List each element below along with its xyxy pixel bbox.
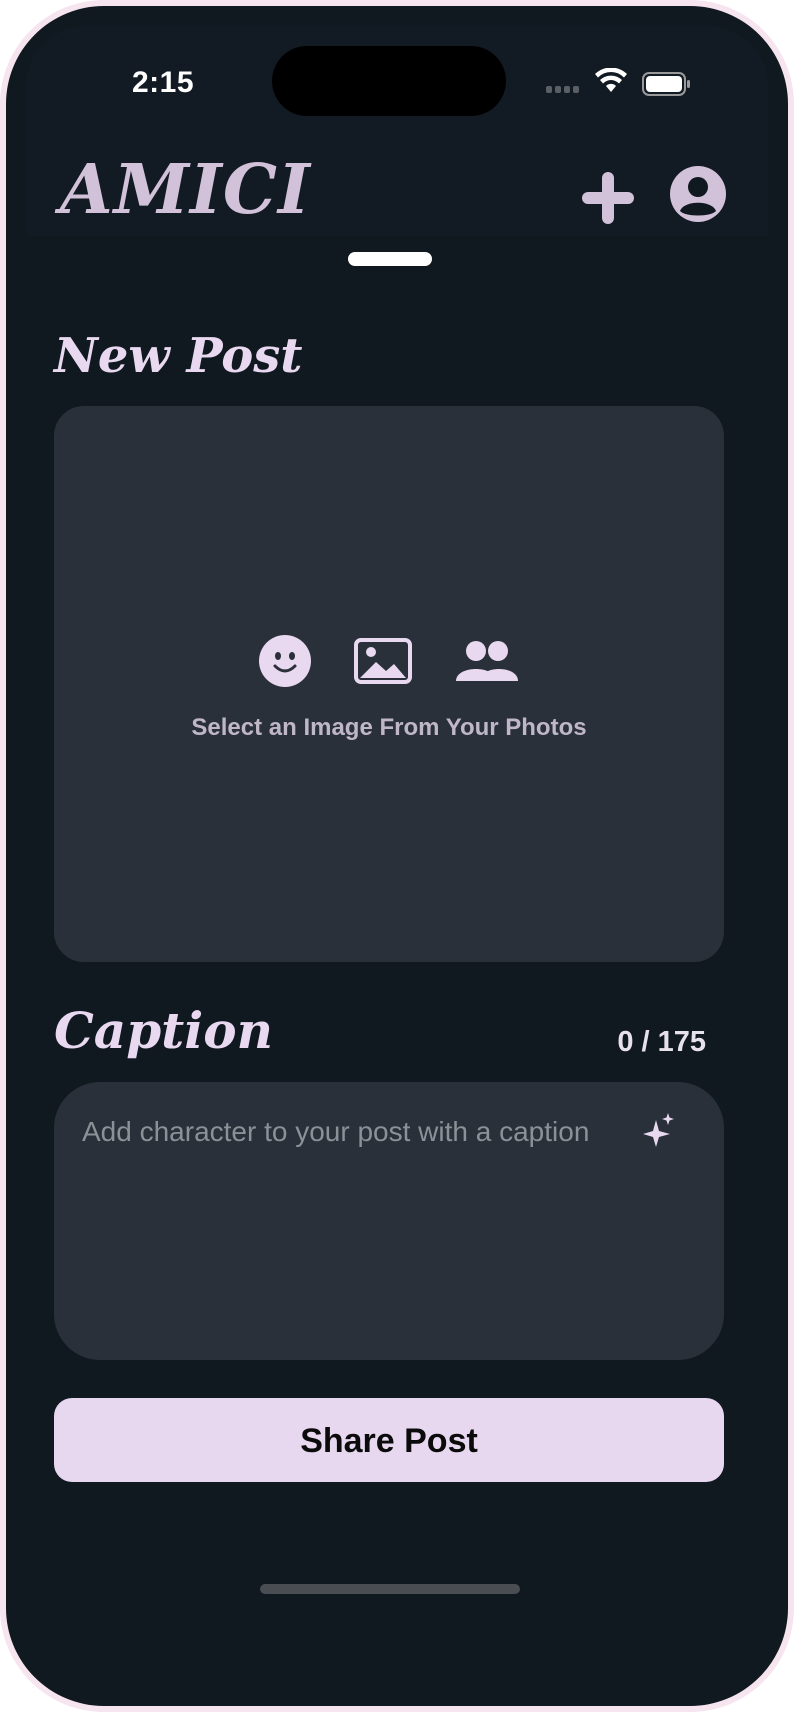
emoji-icon <box>259 635 311 687</box>
status-time: 2:15 <box>132 66 195 99</box>
share-post-button[interactable]: Share Post <box>54 1398 724 1482</box>
people-icon <box>456 641 518 681</box>
screen: 2:15 AMICI New Post Select an Image From… <box>6 6 788 1706</box>
caption-placeholder: Add character to your post with a captio… <box>82 1116 590 1147</box>
new-post-title: New Post <box>54 328 303 384</box>
dynamic-island <box>272 46 506 116</box>
image-picker[interactable]: Select an Image From Your Photos <box>54 406 724 962</box>
home-indicator[interactable] <box>260 1584 520 1594</box>
image-picker-prompt: Select an Image From Your Photos <box>191 714 587 741</box>
cellular-signal-icon <box>546 86 579 93</box>
caption-input[interactable]: Add character to your post with a captio… <box>54 1082 724 1360</box>
wifi-icon <box>595 68 627 92</box>
app-logo: AMICI <box>60 150 311 230</box>
picker-icons <box>54 634 724 688</box>
sheet-grabber[interactable] <box>348 252 432 266</box>
caption-title: Caption <box>54 1001 273 1060</box>
plus-icon[interactable] <box>580 170 636 226</box>
photo-icon <box>354 638 412 684</box>
profile-icon[interactable] <box>668 164 728 224</box>
battery-icon <box>642 72 690 96</box>
device-frame: 2:15 AMICI New Post Select an Image From… <box>0 0 794 1712</box>
sparkles-icon <box>643 1113 674 1147</box>
character-counter: 0 / 175 <box>617 1026 706 1058</box>
